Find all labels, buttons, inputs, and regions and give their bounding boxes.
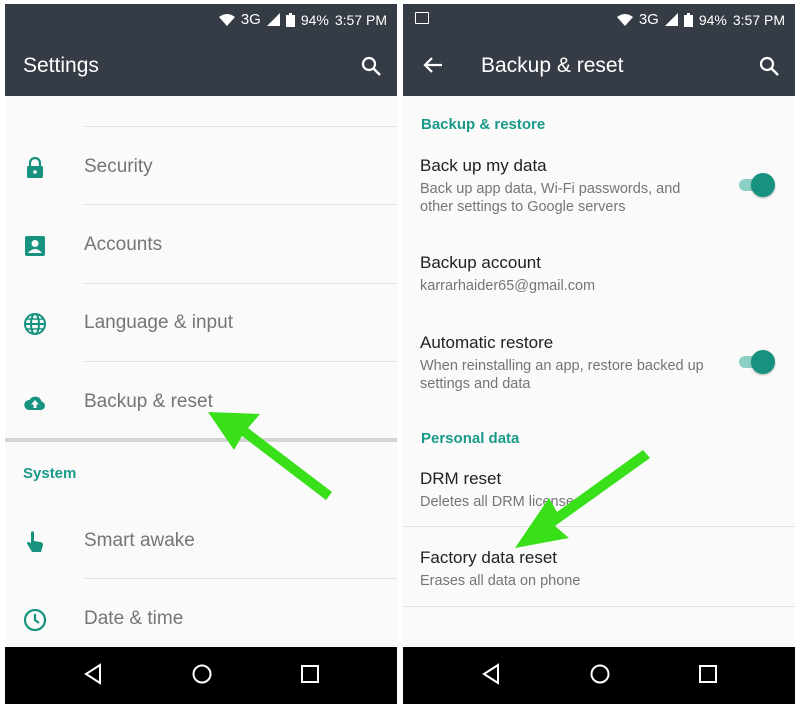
navigation-bar [403,647,795,704]
battery-icon [683,12,693,27]
status-bar: 3G 94% 3:57 PM [5,4,397,34]
back-arrow-icon[interactable] [423,56,443,74]
search-icon[interactable] [361,56,381,76]
home-nav-icon[interactable] [589,663,611,685]
settings-item-language[interactable]: Language & input [5,284,397,362]
item-subtitle: When reinstalling an app, restore backed… [420,358,704,392]
clock-time: 3:57 PM [732,11,785,28]
signal-icon [266,13,280,26]
recents-nav-icon[interactable] [699,665,717,683]
network-type: 3G [638,11,659,28]
factory-data-reset-item[interactable]: Factory data reset Erases all data on ph… [420,548,715,590]
back-nav-icon[interactable] [83,663,103,685]
backup-settings-list: Backup & restore Back up my data Back up… [403,96,795,647]
globe-icon [24,313,46,335]
app-bar: Backup & reset [403,34,795,96]
settings-item-label: Smart awake [84,530,195,551]
divider [84,126,397,127]
item-title: Back up my data [420,156,547,175]
home-nav-icon[interactable] [191,663,213,685]
wifi-icon [218,13,235,26]
divider [84,361,397,362]
settings-item-label: Security [84,156,153,177]
battery-level: 94% [698,11,727,28]
touch-hand-icon [27,531,43,552]
navigation-bar [5,647,397,704]
divider [403,526,795,527]
recents-nav-icon[interactable] [301,665,319,683]
section-divider [5,438,397,442]
item-title: DRM reset [420,469,502,488]
backup-account-item[interactable]: Backup account karrarhaider65@gmail.com [420,253,715,295]
settings-list: Security Accounts Language & input Backu… [5,96,397,647]
clock-icon [23,608,47,632]
settings-item-label: Language & input [84,312,233,333]
clock-time: 3:57 PM [334,11,387,28]
settings-item-security[interactable]: Security [5,128,397,206]
backup-my-data-item[interactable]: Back up my data Back up app data, Wi-Fi … [420,156,715,216]
status-bar: 3G 94% 3:57 PM [403,4,795,34]
item-title: Factory data reset [420,548,558,567]
settings-item-label: Date & time [84,608,184,629]
page-title: Backup & reset [481,54,624,77]
settings-item-label: Backup & reset [84,391,213,412]
backup-reset-screen: 3G 94% 3:57 PM Backup & reset Backup & r… [403,4,795,704]
automatic-restore-item[interactable]: Automatic restore When reinstalling an a… [420,333,715,393]
page-title: Settings [23,54,99,77]
section-header-system: System [23,465,77,482]
item-subtitle: Back up app data, Wi-Fi passwords, and o… [420,181,681,215]
search-icon[interactable] [759,56,779,76]
signal-icon [664,13,678,26]
settings-item-accounts[interactable]: Accounts [5,206,397,284]
section-header-backup-restore: Backup & restore [421,116,546,133]
section-header-personal-data: Personal data [421,430,520,447]
settings-item-smart-awake[interactable]: Smart awake [5,502,397,580]
settings-item-label: Accounts [84,234,163,255]
item-subtitle: karrarhaider65@gmail.com [420,278,596,294]
backup-my-data-toggle[interactable] [737,170,775,198]
drm-reset-item[interactable]: DRM reset Deletes all DRM licenses [420,469,715,511]
wifi-icon [616,13,633,26]
network-type: 3G [240,11,261,28]
item-title: Backup account [420,253,541,272]
divider [84,578,397,579]
automatic-restore-toggle[interactable] [737,347,775,375]
battery-icon [285,12,295,27]
settings-item-backup-reset[interactable]: Backup & reset [5,363,397,441]
image-notification-icon [415,12,429,24]
divider [84,204,397,205]
account-box-icon [25,236,45,256]
back-nav-icon[interactable] [481,663,501,685]
item-subtitle: Erases all data on phone [420,573,581,589]
item-subtitle: Deletes all DRM licenses [420,494,582,510]
battery-level: 94% [300,11,329,28]
item-title: Automatic restore [420,333,554,352]
settings-screen: 3G 94% 3:57 PM Settings Security Account… [5,4,397,704]
lock-icon [27,156,43,178]
app-bar: Settings [5,34,397,96]
cloud-upload-icon [24,396,45,410]
divider [403,606,795,607]
